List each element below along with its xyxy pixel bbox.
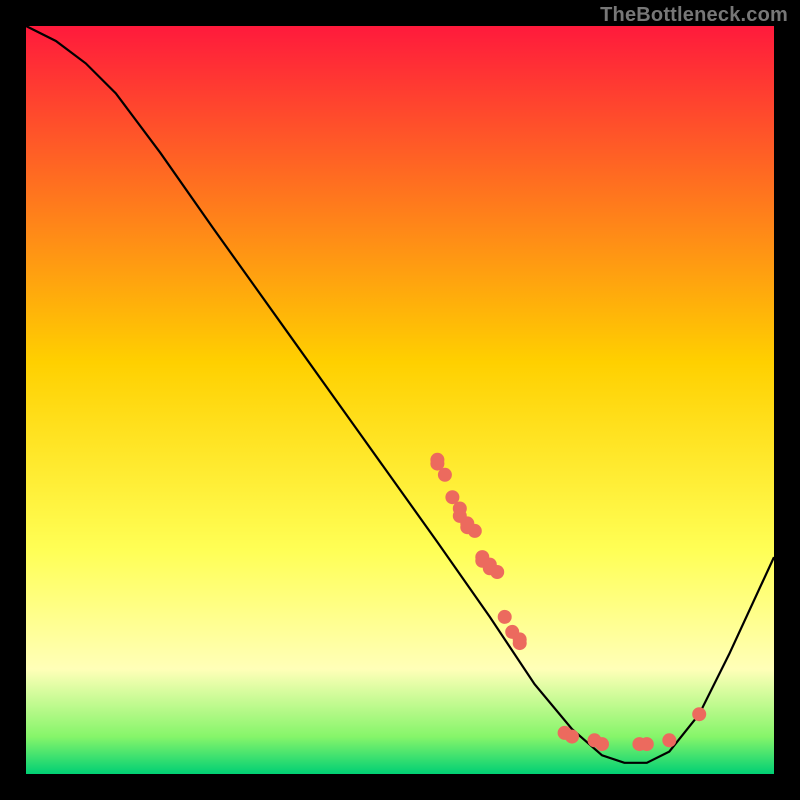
attribution-text: TheBottleneck.com [600, 4, 788, 27]
data-dot [513, 636, 527, 650]
gradient-background [26, 26, 774, 774]
data-dot [468, 524, 482, 538]
data-dot [595, 737, 609, 751]
data-dot [438, 468, 452, 482]
data-dot [662, 733, 676, 747]
chart-plot [26, 26, 774, 774]
data-dot [640, 737, 654, 751]
data-dot [490, 565, 504, 579]
data-dot [692, 707, 706, 721]
data-dot [498, 610, 512, 624]
data-dot [565, 730, 579, 744]
